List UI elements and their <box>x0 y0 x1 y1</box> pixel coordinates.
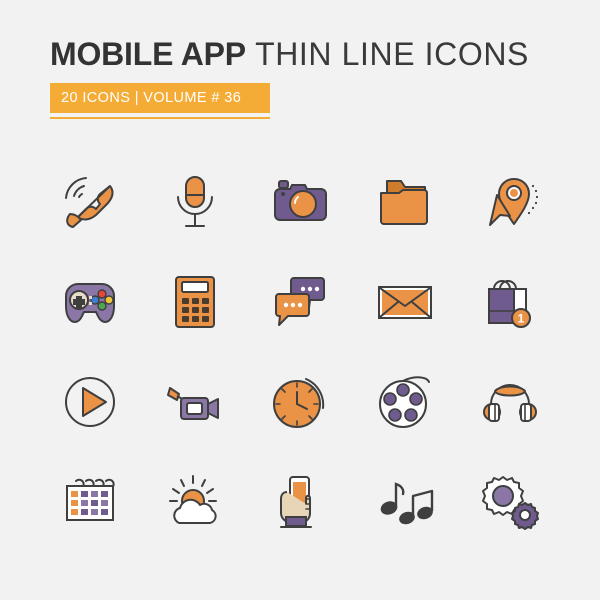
film-reel-icon <box>378 376 430 428</box>
weather-sun-cloud-icon <box>169 475 218 524</box>
page-title-thin: THIN LINE ICONS <box>255 36 529 72</box>
envelope-mail-icon <box>377 286 432 319</box>
icon-cell-phone-call[interactable] <box>38 152 143 252</box>
icon-count-badge: 20 ICONS | VOLUME # 36 <box>50 83 270 113</box>
icon-cell-settings-gears[interactable] <box>457 452 562 552</box>
photo-camera-icon <box>273 180 327 221</box>
icon-cell-weather-sun-cloud[interactable] <box>143 452 248 552</box>
map-pin-navigation-icon <box>488 178 538 226</box>
icon-cell-hand-holding-phone[interactable] <box>248 452 353 552</box>
icon-cell-video-camera[interactable] <box>143 352 248 452</box>
phone-call-icon <box>65 177 114 228</box>
icon-cell-film-reel[interactable] <box>352 352 457 452</box>
chat-bubbles-icon <box>274 277 325 326</box>
hand-holding-phone-icon <box>279 476 312 528</box>
page-title: MOBILE APP THIN LINE ICONS <box>50 38 560 70</box>
music-notes-icon <box>380 482 433 525</box>
header: MOBILE APP THIN LINE ICONS 20 ICONS | VO… <box>50 38 560 119</box>
icon-cell-envelope-mail[interactable] <box>352 252 457 352</box>
gamepad-icon <box>65 283 116 323</box>
headphones-icon <box>482 384 537 422</box>
calendar-icon <box>66 478 116 521</box>
settings-gears-icon <box>481 476 539 530</box>
subtitle-badge-wrap: 20 ICONS | VOLUME # 36 <box>50 83 270 119</box>
icon-cell-chat-bubbles[interactable] <box>248 252 353 352</box>
calculator-icon <box>175 276 216 328</box>
badge-underline-rule <box>50 117 270 119</box>
icon-cell-folder[interactable] <box>352 152 457 252</box>
icon-cell-calculator[interactable] <box>143 252 248 352</box>
icon-cell-headphones[interactable] <box>457 352 562 452</box>
icon-cell-shopping-bag[interactable]: 1 <box>457 252 562 352</box>
icon-cell-calendar[interactable] <box>38 452 143 552</box>
icon-cell-gamepad[interactable] <box>38 252 143 352</box>
shopping-bag-icon: 1 <box>487 280 531 328</box>
icon-cell-photo-camera[interactable] <box>248 152 353 252</box>
icon-cell-clock[interactable] <box>248 352 353 452</box>
page-title-bold: MOBILE APP <box>50 36 246 72</box>
folder-icon <box>379 180 428 225</box>
icon-cell-map-pin-navigation[interactable] <box>457 152 562 252</box>
icon-grid: 1 <box>38 152 562 552</box>
microphone-icon <box>177 176 214 227</box>
icon-set-poster: MOBILE APP THIN LINE ICONS 20 ICONS | VO… <box>0 0 600 600</box>
icon-cell-play-button[interactable] <box>38 352 143 452</box>
clock-icon <box>272 378 325 428</box>
video-camera-icon <box>167 387 220 420</box>
shopping-bag-count-label: 1 <box>517 312 524 326</box>
icon-cell-music-notes[interactable] <box>352 452 457 552</box>
icon-cell-microphone[interactable] <box>143 152 248 252</box>
play-button-icon <box>65 377 116 427</box>
